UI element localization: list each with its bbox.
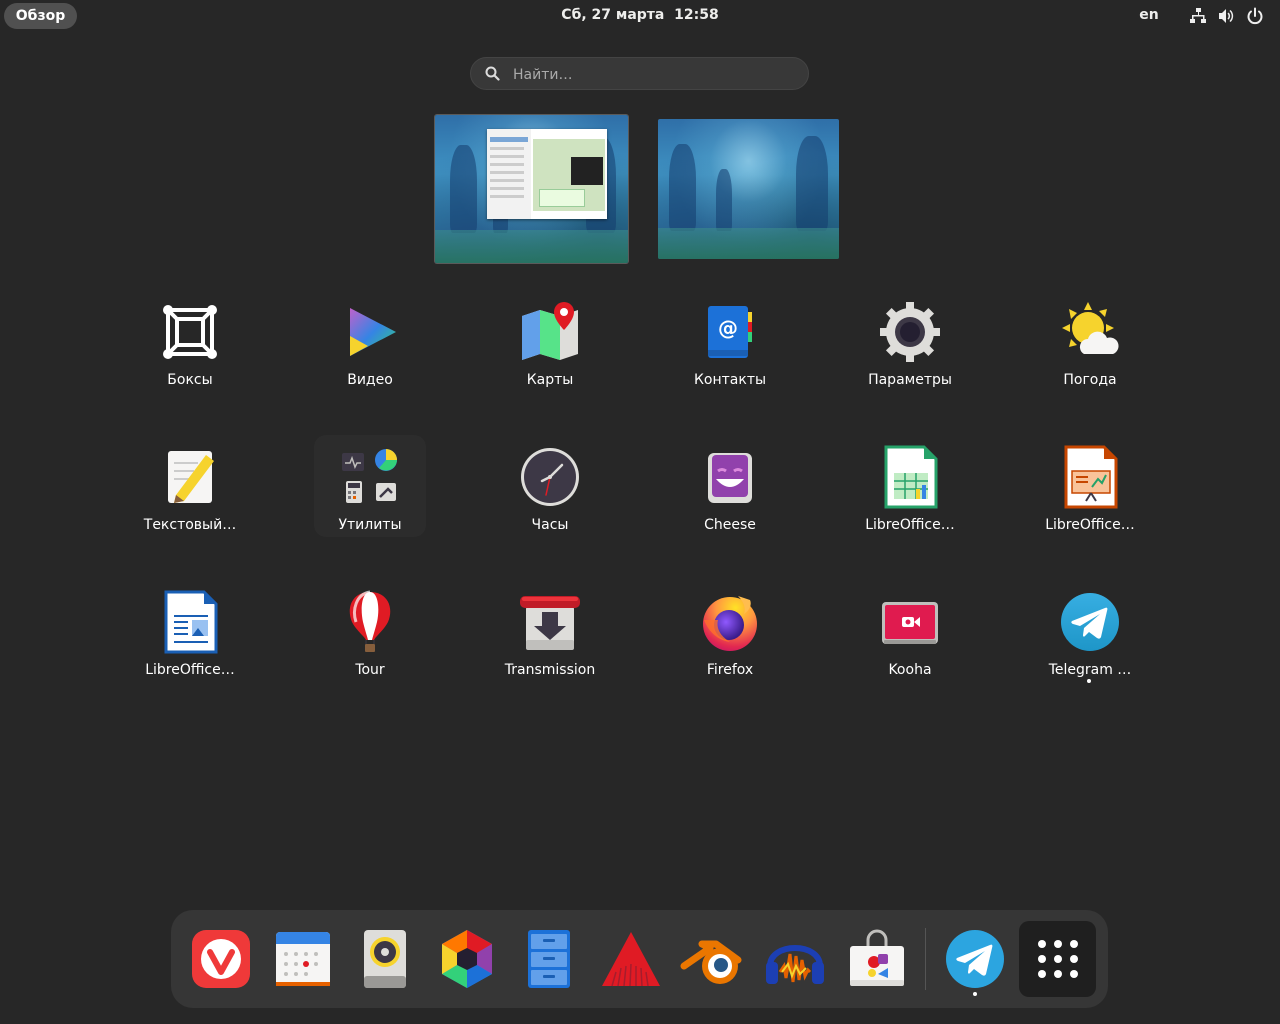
- app-firefox[interactable]: Firefox: [660, 580, 800, 700]
- search-input[interactable]: [511, 64, 795, 86]
- contacts-icon: @: [708, 306, 752, 358]
- maps-icon: [522, 302, 578, 360]
- video-icon: [350, 308, 396, 356]
- show-apps-grid-icon: [1038, 940, 1078, 978]
- app-label: Firefox: [706, 662, 754, 678]
- wallpaper: [658, 119, 839, 259]
- datetime-label[interactable]: Сб, 27 марта 12:58: [561, 7, 718, 23]
- app-folder-utilities[interactable]: Утилиты: [300, 435, 440, 555]
- dash-dock: [171, 910, 1108, 1008]
- vivaldi-icon[interactable]: [188, 926, 254, 992]
- app-label: Боксы: [167, 372, 213, 388]
- app-libreoffice-impress[interactable]: LibreOffice…: [1020, 435, 1160, 555]
- kooha-icon: [882, 602, 938, 644]
- window-thumbnail-telegram[interactable]: [487, 129, 607, 219]
- telegram-icon: [1061, 593, 1119, 651]
- app-tour[interactable]: Tour: [300, 580, 440, 700]
- firefox-icon: [703, 596, 757, 651]
- app-weather[interactable]: Погода: [1020, 290, 1160, 410]
- app-maps[interactable]: Карты: [480, 290, 620, 410]
- tour-balloon-icon: [349, 590, 391, 652]
- libreoffice-impress-icon: [1064, 445, 1118, 509]
- hexagon-app-icon[interactable]: [434, 926, 500, 992]
- text-editor-icon: [168, 451, 214, 503]
- app-cheese[interactable]: Cheese: [660, 435, 800, 555]
- app-telegram[interactable]: Telegram …: [1020, 580, 1160, 700]
- svg-text:@: @: [718, 316, 738, 340]
- dock-separator: [925, 928, 926, 990]
- network-icon[interactable]: [1189, 7, 1207, 25]
- running-indicator: [973, 992, 977, 996]
- cheese-icon: [708, 453, 752, 503]
- keyboard-layout-indicator[interactable]: en: [1133, 7, 1165, 23]
- search-icon: [485, 66, 500, 81]
- app-label: Telegram …: [1048, 662, 1132, 678]
- app-label: Часы: [531, 517, 569, 533]
- app-contacts[interactable]: @ Контакты: [660, 290, 800, 410]
- app-label: Transmission: [504, 662, 596, 678]
- app-transmission[interactable]: Transmission: [480, 580, 620, 700]
- libreoffice-calc-icon: [884, 445, 938, 509]
- rhythmbox-icon[interactable]: [352, 926, 418, 992]
- app-label: Видео: [347, 372, 393, 388]
- workspace-thumbnail-2[interactable]: [658, 119, 839, 259]
- overview-button[interactable]: Обзор: [4, 3, 77, 29]
- libreoffice-writer-icon: [164, 590, 218, 654]
- transmission-icon: [520, 596, 580, 650]
- app-label: LibreOffice…: [145, 662, 235, 678]
- show-apps-button[interactable]: [1019, 921, 1096, 997]
- files-cabinet-icon[interactable]: [516, 926, 582, 992]
- volume-icon[interactable]: [1217, 7, 1235, 25]
- running-indicator: [1087, 679, 1091, 683]
- app-label: Текстовый…: [143, 517, 237, 533]
- app-label: Контакты: [693, 372, 767, 388]
- software-store-icon[interactable]: [844, 926, 910, 992]
- app-label: Утилиты: [338, 517, 402, 533]
- clock-area: Сб, 27 марта 12:58: [0, 7, 1280, 23]
- app-libreoffice-calc[interactable]: LibreOffice…: [840, 435, 980, 555]
- red-triangle-app-icon[interactable]: [598, 926, 664, 992]
- app-libreoffice-writer[interactable]: LibreOffice…: [120, 580, 260, 700]
- app-label: Карты: [526, 372, 574, 388]
- app-label: Cheese: [704, 517, 756, 533]
- app-label: Параметры: [868, 372, 952, 388]
- app-label: LibreOffice…: [1045, 517, 1135, 533]
- clock-icon: [521, 448, 579, 506]
- app-label: Погода: [1063, 372, 1117, 388]
- audacity-icon[interactable]: [762, 926, 828, 992]
- calendar-icon[interactable]: [270, 926, 336, 992]
- boxes-icon: [163, 305, 217, 359]
- app-clocks[interactable]: Часы: [480, 435, 620, 555]
- utilities-folder-icon: [342, 449, 397, 503]
- blender-icon[interactable]: [680, 926, 746, 992]
- power-icon[interactable]: [1246, 7, 1264, 25]
- settings-gear-icon: [880, 302, 940, 362]
- app-text-editor[interactable]: Текстовый…: [120, 435, 260, 555]
- app-label: Tour: [355, 662, 385, 678]
- search-box[interactable]: [470, 57, 809, 90]
- telegram-icon[interactable]: [942, 926, 1008, 992]
- app-label: Kooha: [888, 662, 932, 678]
- app-video[interactable]: Видео: [300, 290, 440, 410]
- app-label: LibreOffice…: [865, 517, 955, 533]
- workspace-thumbnail-1[interactable]: [435, 115, 628, 263]
- app-kooha[interactable]: Kooha: [840, 580, 980, 700]
- app-boxes[interactable]: Боксы: [120, 290, 260, 410]
- weather-icon: [1062, 302, 1119, 354]
- app-settings[interactable]: Параметры: [840, 290, 980, 410]
- top-bar: Обзор Сб, 27 марта 12:58 en: [0, 0, 1280, 32]
